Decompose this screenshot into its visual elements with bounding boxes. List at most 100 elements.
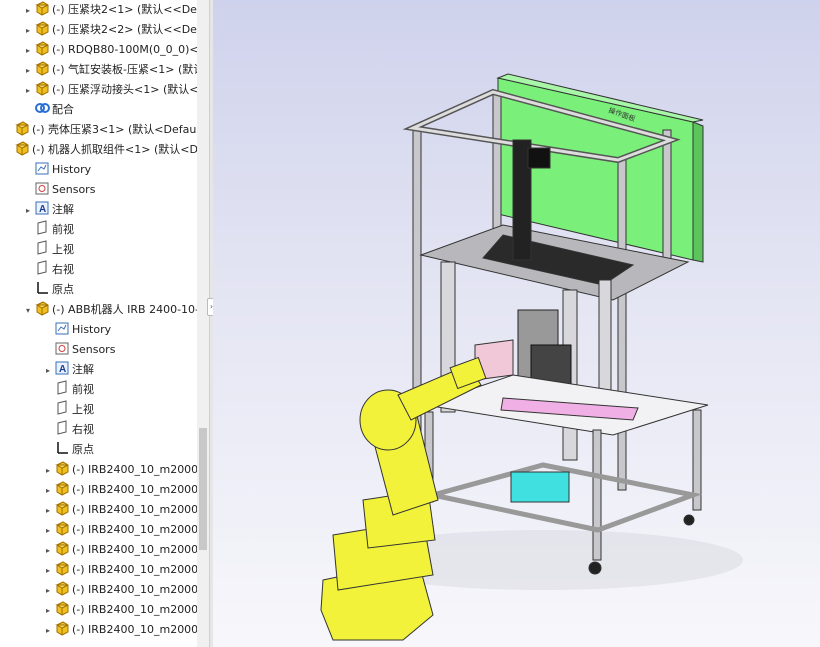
expand-arrow-icon[interactable]: ▸ (42, 621, 54, 641)
tree-scrollbar[interactable] (197, 0, 209, 647)
tree-item-label: 原点 (72, 443, 94, 456)
tree-item-label: (-) IRB2400_10_m2000_r (72, 563, 197, 576)
tree-item[interactable]: Sensors (22, 180, 95, 200)
expand-arrow-icon[interactable]: ▸ (22, 21, 34, 41)
part-icon (54, 520, 70, 536)
part-icon (54, 480, 70, 496)
expand-arrow-icon[interactable]: ▸ (22, 41, 34, 61)
tree-item[interactable]: 原点 (22, 280, 74, 300)
history-icon (34, 160, 50, 176)
expand-arrow-icon[interactable]: ▸ (42, 581, 54, 601)
part-icon (14, 140, 30, 156)
tree-item[interactable]: ▸ (-) RDQB80-100M(0_0_0)<1> (22, 40, 197, 60)
plane-icon (54, 380, 70, 396)
tree-item[interactable]: 前视 (22, 220, 74, 240)
tree-item-label: History (72, 323, 112, 336)
tree-item-label: (-) IRB2400_10_m2000_r (72, 623, 197, 636)
tree-item[interactable]: ▸ (-) IRB2400_10_m2000_r (42, 540, 197, 560)
tree-item[interactable]: ▸ (-) IRB2400_10_m2000_r (42, 560, 197, 580)
tree-item-label: 前视 (52, 223, 74, 236)
tree-item-label: (-) ABB机器人 IRB 2400-10-1 (52, 303, 197, 316)
expand-arrow-icon[interactable]: ▸ (42, 601, 54, 621)
tree-item-label: History (52, 163, 92, 176)
tree-item[interactable]: ▸ A 注解 (22, 200, 74, 220)
tree-item-label: (-) IRB2400_10_m2000_r (72, 523, 197, 536)
tree-item[interactable]: ▸ (-) IRB2400_10_m2000_r (42, 460, 197, 480)
tree-item-label: (-) IRB2400_10_m2000_r (72, 583, 197, 596)
tree-item[interactable]: 配合 (22, 100, 74, 120)
annotation-icon: A (34, 200, 50, 216)
part-icon (54, 460, 70, 476)
scrollbar-thumb[interactable] (199, 428, 207, 550)
tree-item-label: Sensors (72, 343, 116, 356)
tree-item-label: 配合 (52, 103, 74, 116)
expand-arrow-icon[interactable]: ▸ (42, 461, 54, 481)
tree-item[interactable]: ▸ (-) IRB2400_10_m2000_r (42, 620, 197, 640)
graphics-viewport[interactable]: 操作面板 (213, 0, 820, 647)
tree-item[interactable]: Sensors (42, 340, 115, 360)
tree-item-label: 右视 (72, 423, 94, 436)
tree-item[interactable]: ▾ (-) ABB机器人 IRB 2400-10-1 (22, 300, 197, 320)
tree-item[interactable]: 右视 (42, 420, 94, 440)
tree-item[interactable]: History (22, 160, 91, 180)
plane-icon (54, 420, 70, 436)
feature-tree: ▸ (-) 压紧块2<1> (默认<<Defa ▸ (-) 压紧块2<2> (默认<<… (0, 0, 197, 647)
tree-item-label: 右视 (52, 263, 74, 276)
tree-item-label: (-) IRB2400_10_m2000_r (72, 543, 197, 556)
expand-arrow-icon[interactable]: ▸ (22, 81, 34, 101)
tree-item-label: (-) 压紧块2<2> (默认<<Defa (52, 23, 197, 36)
tree-item-label: 原点 (52, 283, 74, 296)
expand-arrow-icon[interactable]: ▸ (42, 561, 54, 581)
tree-item[interactable]: ▸ (-) 气缸安装板-压紧<1> (默认 (22, 60, 197, 80)
3d-model-view: 操作面板 (320, 73, 743, 641)
tree-item[interactable]: (-) 机器人抓取组件<1> (默认<Def (2, 140, 197, 160)
part-icon (54, 540, 70, 556)
collapse-arrow-icon[interactable]: ▾ (22, 301, 34, 321)
expand-arrow-icon[interactable]: ▸ (22, 201, 34, 221)
expand-arrow-icon[interactable]: ▸ (42, 541, 54, 561)
tree-item[interactable]: ▸ (-) 压紧块2<2> (默认<<Defa (22, 20, 197, 40)
tree-item[interactable]: 右视 (22, 260, 74, 280)
tree-item[interactable]: ▸ (-) IRB2400_10_m2000_r (42, 480, 197, 500)
tree-item-label: (-) IRB2400_10_m2000_r (72, 483, 197, 496)
part-icon (34, 0, 50, 16)
expand-arrow-icon[interactable]: ▸ (42, 481, 54, 501)
tree-item[interactable]: ▸ (-) 压紧浮动接头<1> (默认<< (22, 80, 197, 100)
tree-item-label: Sensors (52, 183, 96, 196)
sensors-icon (34, 180, 50, 196)
part-icon (34, 20, 50, 36)
origin-icon (34, 280, 50, 296)
tree-item[interactable]: History (42, 320, 111, 340)
expand-arrow-icon[interactable]: ▸ (42, 361, 54, 381)
expand-arrow-icon[interactable]: ▸ (22, 61, 34, 81)
tree-item[interactable]: ▸ (-) IRB2400_10_m2000_r (42, 600, 197, 620)
annotation-icon: A (54, 360, 70, 376)
tree-item[interactable]: (-) 壳体压紧3<1> (默认<Default_ (2, 120, 197, 140)
tree-item[interactable]: ▸ (-) IRB2400_10_m2000_r (42, 580, 197, 600)
plane-icon (34, 220, 50, 236)
tree-item[interactable]: 上视 (42, 400, 94, 420)
tree-item[interactable]: ▸ (-) 压紧块2<1> (默认<<Defa (22, 0, 197, 20)
tree-item[interactable]: 原点 (42, 440, 94, 460)
history-icon (54, 320, 70, 336)
sensors-icon (54, 340, 70, 356)
part-icon (54, 600, 70, 616)
part-icon (34, 80, 50, 96)
part-icon (54, 500, 70, 516)
expand-arrow-icon[interactable]: ▸ (42, 521, 54, 541)
tree-item[interactable]: 前视 (42, 380, 94, 400)
tree-item[interactable]: ▸ (-) IRB2400_10_m2000_r (42, 520, 197, 540)
expand-arrow-icon[interactable]: ▸ (22, 1, 34, 21)
part-icon (54, 620, 70, 636)
tree-item-label: (-) 机器人抓取组件<1> (默认<Def (32, 143, 197, 156)
plane-icon (34, 240, 50, 256)
tree-item-label: (-) 气缸安装板-压紧<1> (默认 (52, 63, 197, 76)
tree-item-label: (-) IRB2400_10_m2000_r (72, 463, 197, 476)
expand-arrow-icon[interactable]: ▸ (42, 501, 54, 521)
tree-item-label: (-) IRB2400_10_m2000_r (72, 603, 197, 616)
tree-item[interactable]: 上视 (22, 240, 74, 260)
tree-item-label: 注解 (52, 203, 74, 216)
svg-text:A: A (59, 364, 66, 375)
tree-item[interactable]: ▸ (-) IRB2400_10_m2000_r (42, 500, 197, 520)
tree-item[interactable]: ▸ A 注解 (42, 360, 94, 380)
